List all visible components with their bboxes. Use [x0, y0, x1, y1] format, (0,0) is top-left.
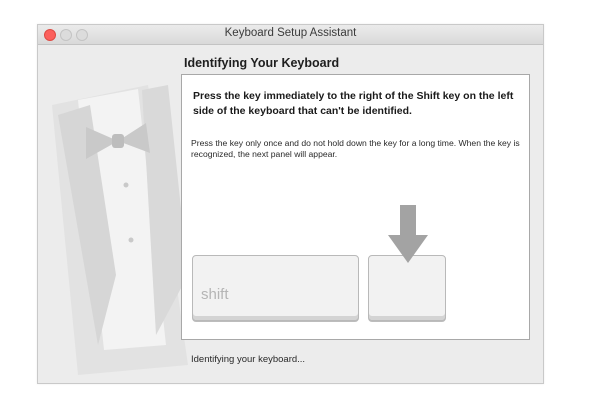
assistant-window: Keyboard Setup Assistant Identifying You… [37, 24, 544, 384]
instruction-primary: Press the key immediately to the right o… [193, 90, 514, 117]
shift-key: shift [192, 255, 359, 321]
instruction-secondary: Press the key only once and do not hold … [191, 138, 520, 159]
down-arrow-icon [388, 205, 428, 263]
title-bar[interactable]: Keyboard Setup Assistant [38, 25, 543, 45]
status-text: Identifying your keyboard... [191, 354, 306, 365]
shift-key-label: shift [201, 286, 229, 303]
window-title: Keyboard Setup Assistant [224, 27, 357, 39]
page-heading: Identifying Your Keyboard [184, 56, 340, 70]
instruction-panel: Press the key immediately to the right o… [181, 74, 530, 340]
